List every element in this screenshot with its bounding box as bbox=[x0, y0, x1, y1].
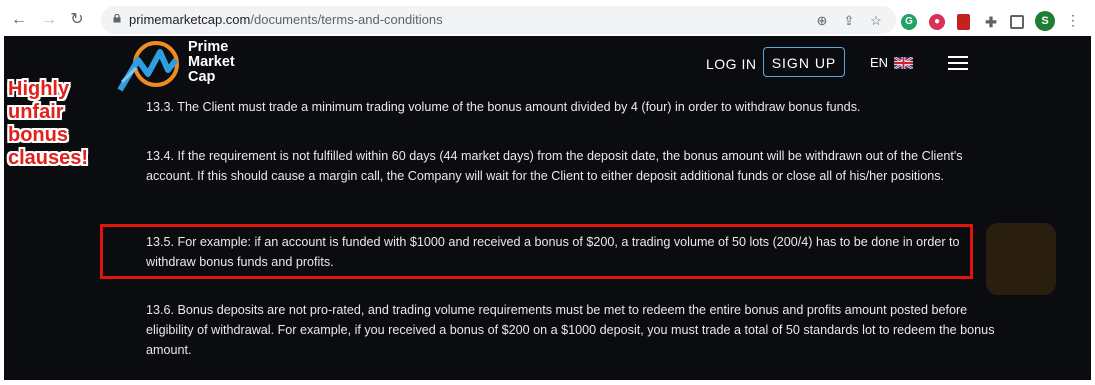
annotation-callout: Highly unfair bonus clauses! bbox=[8, 78, 96, 170]
chrome-menu-icon[interactable]: ⋮ bbox=[1064, 11, 1082, 29]
clause-13-3: 13.3. The Client must trade a minimum tr… bbox=[146, 100, 861, 114]
web-page: Prime Market Cap LOG IN SIGN UP EN 13.3.… bbox=[4, 36, 1091, 380]
address-bar[interactable]: primemarketcap.com/documents/terms-and-c… bbox=[101, 6, 896, 34]
brand-line-1: Prime bbox=[188, 39, 229, 55]
back-icon[interactable]: ← bbox=[10, 11, 28, 29]
brand-line-2: Market bbox=[188, 54, 235, 70]
reload-icon[interactable]: ↻ bbox=[68, 11, 86, 29]
uk-flag-icon[interactable] bbox=[894, 57, 913, 69]
annotation-line-4: clauses! bbox=[8, 147, 89, 169]
share-icon[interactable]: ⇪ bbox=[841, 13, 857, 29]
brand-line-3: Cap bbox=[188, 69, 216, 85]
highlight-box bbox=[100, 224, 973, 279]
bookmark-star-icon[interactable]: ☆ bbox=[868, 13, 884, 29]
language-selector[interactable]: EN bbox=[870, 55, 888, 70]
hamburger-menu-icon[interactable] bbox=[948, 56, 968, 70]
clause-13-4: 13.4. If the requirement is not fulfille… bbox=[146, 149, 963, 183]
browser-window: ← → ↻ primemarketcap.com/documents/terms… bbox=[0, 0, 1095, 385]
lock-icon bbox=[113, 14, 121, 23]
profile-avatar[interactable]: S bbox=[1035, 11, 1055, 31]
clause-13-6: 13.6. Bonus deposits are not pro-rated, … bbox=[146, 303, 995, 357]
forward-icon[interactable]: → bbox=[40, 11, 58, 29]
brand-name[interactable]: Prime Market Cap bbox=[188, 40, 235, 85]
extension-icon[interactable]: ● bbox=[929, 14, 945, 30]
annotation-line-2: unfair bbox=[8, 101, 64, 123]
signup-button[interactable]: SIGN UP bbox=[763, 47, 845, 77]
extensions-puzzle-icon[interactable]: ✚ bbox=[983, 14, 999, 30]
browser-toolbar: ← → ↻ primemarketcap.com/documents/terms… bbox=[4, 4, 1091, 35]
grammarly-extension-icon[interactable]: G bbox=[901, 14, 917, 30]
zoom-icon[interactable]: ⊕ bbox=[814, 13, 830, 29]
watermark-logo-icon bbox=[986, 223, 1056, 295]
extension-book-icon[interactable] bbox=[957, 14, 970, 30]
prime-market-cap-logo-icon[interactable] bbox=[116, 40, 186, 92]
side-panel-icon[interactable] bbox=[1010, 15, 1024, 29]
url-host: primemarketcap.com bbox=[129, 12, 251, 27]
url-path: /documents/terms-and-conditions bbox=[250, 12, 443, 27]
annotation-line-1: Highly bbox=[8, 78, 70, 100]
login-link[interactable]: LOG IN bbox=[706, 56, 756, 72]
annotation-line-3: bonus bbox=[8, 124, 68, 146]
url-text: primemarketcap.com/documents/terms-and-c… bbox=[129, 12, 443, 27]
